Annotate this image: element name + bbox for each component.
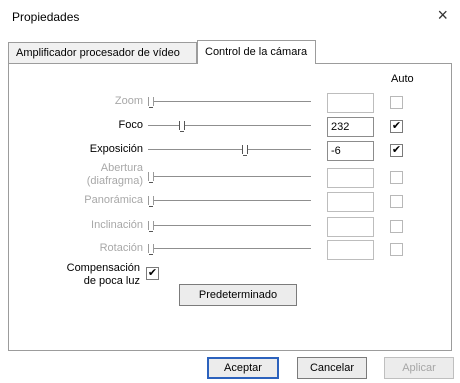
pan-label: Panorámica bbox=[84, 194, 143, 206]
control-row-exposure: Exposición -6 ✔ bbox=[9, 139, 453, 161]
control-row-tilt: Inclinación bbox=[9, 215, 453, 237]
zoom-value-field[interactable] bbox=[327, 93, 374, 113]
exposure-auto-checkbox[interactable]: ✔ bbox=[390, 144, 403, 157]
low-light-label: Compensación de poca luz bbox=[62, 262, 140, 288]
iris-auto-checkbox[interactable] bbox=[390, 171, 403, 184]
iris-label-line2: (diafragma) bbox=[86, 175, 143, 187]
exposure-value-field[interactable]: -6 bbox=[327, 141, 374, 161]
focus-slider-thumb[interactable] bbox=[179, 121, 185, 132]
tilt-slider-track bbox=[148, 221, 311, 232]
control-row-focus: Foco 232 ✔ bbox=[9, 115, 453, 137]
exposure-label: Exposición bbox=[89, 143, 143, 155]
roll-label: Rotación bbox=[99, 242, 143, 254]
focus-value-field[interactable]: 232 bbox=[327, 117, 374, 137]
close-icon[interactable]: × bbox=[437, 6, 448, 24]
tab-camera-control[interactable]: Control de la cámara bbox=[197, 40, 316, 64]
iris-label-line1: Abertura bbox=[100, 162, 143, 174]
tilt-auto-checkbox[interactable] bbox=[390, 220, 403, 233]
pan-value-field[interactable] bbox=[327, 192, 374, 212]
tilt-value-field[interactable] bbox=[327, 217, 374, 237]
zoom-slider-thumb[interactable] bbox=[148, 97, 154, 108]
iris-label: Abertura (diafragma) bbox=[87, 162, 143, 188]
auto-column-header: Auto bbox=[391, 73, 414, 85]
roll-value-field[interactable] bbox=[327, 240, 374, 260]
control-row-zoom: Zoom bbox=[9, 91, 453, 113]
ok-button[interactable]: Aceptar bbox=[207, 357, 279, 379]
window-title: Propiedades bbox=[12, 10, 80, 24]
focus-auto-checkbox[interactable]: ✔ bbox=[390, 120, 403, 133]
pan-slider-thumb[interactable] bbox=[148, 196, 154, 207]
camera-control-panel: Auto Zoom Foco 232 ✔ Exposición -6 ✔ Abe… bbox=[8, 63, 452, 351]
focus-slider-track bbox=[148, 121, 311, 132]
pan-auto-checkbox[interactable] bbox=[390, 195, 403, 208]
exposure-slider-thumb[interactable] bbox=[242, 145, 248, 156]
low-light-label-line1: Compensación bbox=[66, 262, 140, 274]
iris-value-field[interactable] bbox=[327, 168, 374, 188]
zoom-auto-checkbox[interactable] bbox=[390, 96, 403, 109]
tilt-label: Inclinación bbox=[91, 219, 143, 231]
tab-video-amp[interactable]: Amplificador procesador de vídeo bbox=[8, 42, 197, 64]
control-row-pan: Panorámica bbox=[9, 190, 453, 212]
apply-button[interactable]: Aplicar bbox=[384, 357, 454, 379]
roll-auto-checkbox[interactable] bbox=[390, 243, 403, 256]
iris-slider-thumb[interactable] bbox=[148, 172, 154, 183]
default-button[interactable]: Predeterminado bbox=[179, 284, 297, 306]
roll-slider-thumb[interactable] bbox=[148, 244, 154, 255]
tilt-slider-thumb[interactable] bbox=[148, 221, 154, 232]
pan-slider-track bbox=[148, 196, 311, 207]
zoom-label: Zoom bbox=[114, 95, 143, 107]
roll-slider-track bbox=[148, 244, 311, 255]
focus-label: Foco bbox=[118, 119, 143, 131]
control-row-iris: Abertura (diafragma) bbox=[9, 162, 453, 188]
iris-slider-track bbox=[148, 172, 311, 183]
low-light-label-line2: de poca luz bbox=[83, 275, 140, 287]
cancel-button[interactable]: Cancelar bbox=[297, 357, 367, 379]
low-light-checkbox[interactable]: ✔ bbox=[146, 267, 159, 280]
zoom-slider-track bbox=[148, 97, 311, 108]
exposure-slider-track bbox=[148, 145, 311, 156]
control-row-roll: Rotación bbox=[9, 238, 453, 260]
